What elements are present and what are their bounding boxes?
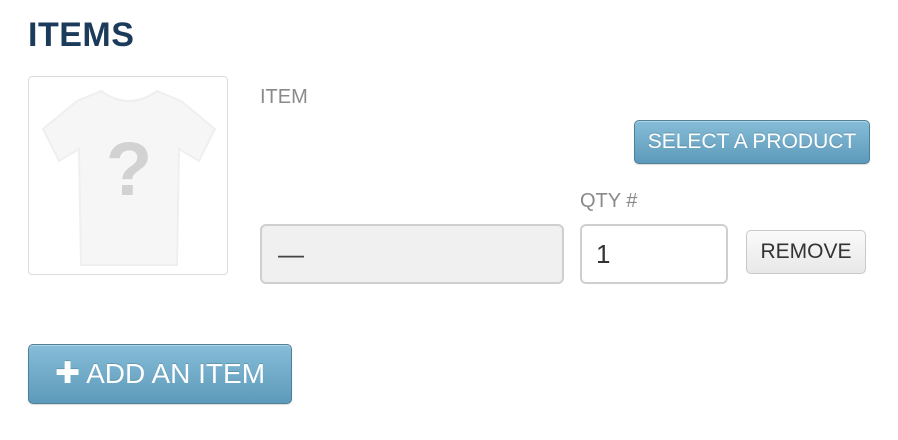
item-name-display: — (260, 224, 564, 284)
add-item-button[interactable]: ✚ ADD AN ITEM (28, 344, 292, 404)
items-page: ITEMS ? ITEM SELECT A PRODUCT QTY # — RE… (0, 0, 898, 440)
qty-label: QTY # (580, 190, 638, 212)
plus-icon: ✚ (54, 357, 81, 390)
remove-item-button[interactable]: REMOVE (746, 230, 866, 274)
add-item-label: ADD AN ITEM (86, 358, 266, 389)
item-label: ITEM (260, 86, 308, 108)
product-thumbnail: ? (28, 76, 228, 275)
svg-text:?: ? (106, 127, 152, 212)
section-title: ITEMS (28, 16, 135, 54)
tshirt-placeholder-icon: ? (41, 89, 217, 266)
quantity-input[interactable] (580, 224, 728, 284)
select-product-button[interactable]: SELECT A PRODUCT (634, 120, 870, 164)
